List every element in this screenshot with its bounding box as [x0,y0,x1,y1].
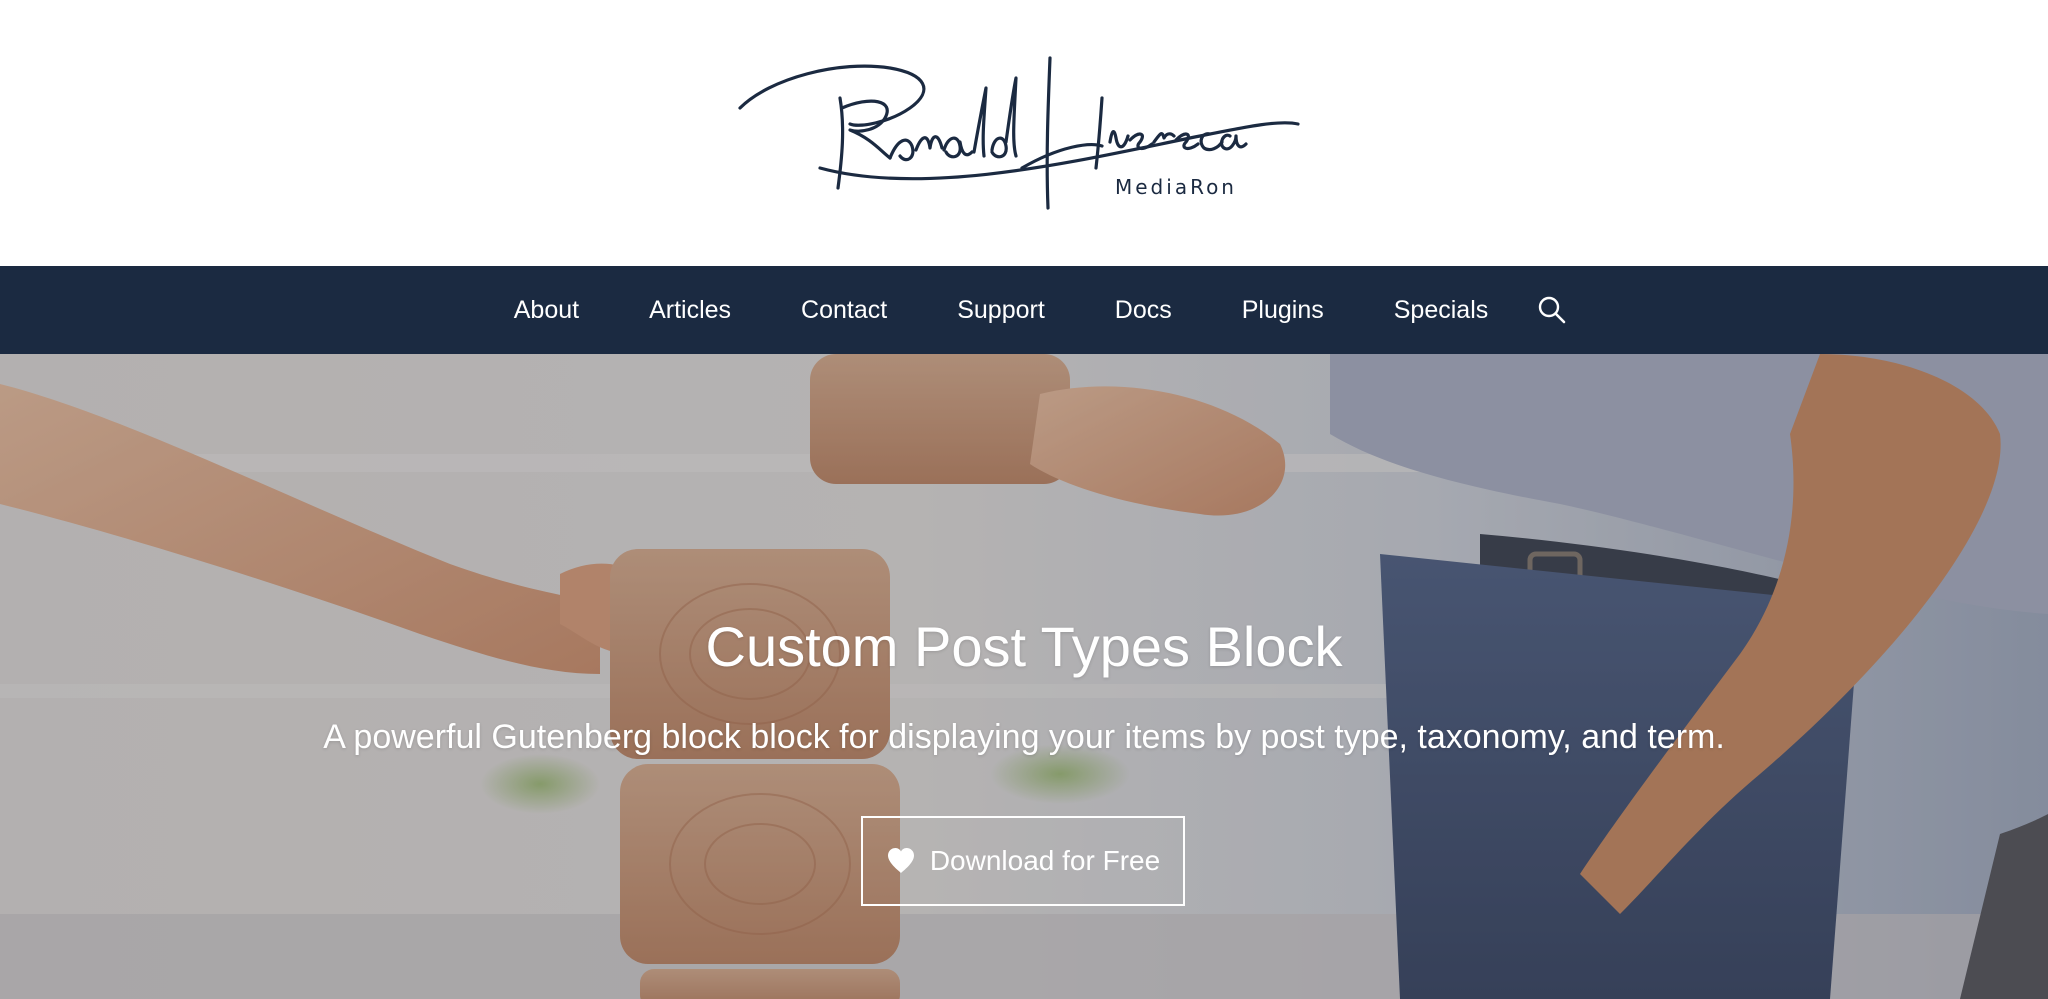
main-navigation: About Articles Contact Support Docs Plug… [0,266,2048,354]
nav-item-docs[interactable]: Docs [1115,266,1172,354]
hero-content: Custom Post Types Block A powerful Guten… [0,354,2048,999]
nav-item-specials[interactable]: Specials [1394,266,1489,354]
hero-title: Custom Post Types Block [705,615,1343,678]
site-header: MediaRon [0,0,2048,266]
download-button[interactable]: Download for Free [861,816,1185,906]
nav-item-support[interactable]: Support [957,266,1045,354]
search-icon[interactable] [1535,293,1569,327]
nav-item-articles[interactable]: Articles [649,266,731,354]
nav-item-about[interactable]: About [514,266,579,354]
signature-logo: MediaRon [738,56,1300,210]
search-icon-graphic [1539,296,1566,324]
logo-tagline: MediaRon [1115,175,1237,199]
hero-section: Custom Post Types Block A powerful Guten… [0,354,2048,999]
nav-items: About Articles Contact Support Docs Plug… [0,266,2048,354]
hero-subtitle: A powerful Gutenberg block block for dis… [323,718,1725,756]
heart-icon [887,848,914,873]
nav-item-contact[interactable]: Contact [801,266,887,354]
site-logo[interactable]: MediaRon [730,38,1310,218]
nav-item-plugins[interactable]: Plugins [1242,266,1324,354]
download-button-label: Download for Free [929,845,1161,876]
